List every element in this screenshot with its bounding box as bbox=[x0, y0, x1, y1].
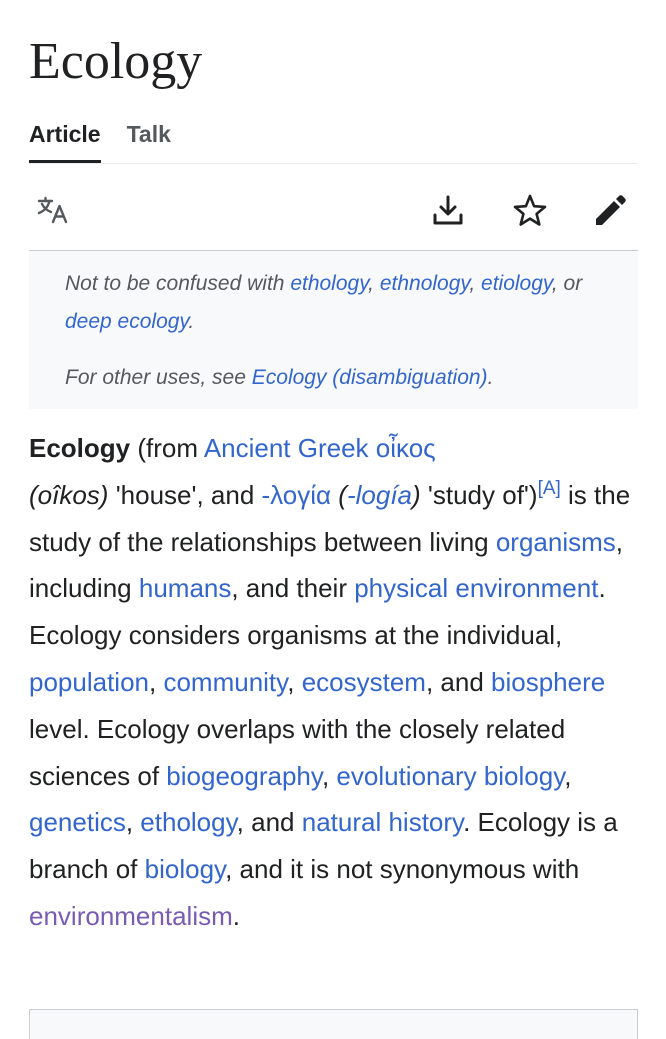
link-ecology-disambiguation[interactable]: Ecology (disambiguation) bbox=[252, 366, 488, 389]
link-humans[interactable]: humans bbox=[139, 573, 232, 603]
tab-talk[interactable]: Talk bbox=[127, 119, 171, 163]
link-genetics[interactable]: genetics bbox=[29, 807, 126, 837]
link-organisms[interactable]: organisms bbox=[496, 527, 616, 557]
lead-text: , and bbox=[236, 807, 302, 838]
edit-icon[interactable] bbox=[591, 192, 629, 230]
lead-text: , and it is not synonymous with bbox=[225, 854, 580, 885]
link-biology[interactable]: biology bbox=[145, 854, 225, 884]
lead-text: , and their bbox=[231, 573, 355, 604]
lead-paragraph: Ecology (from Ancient Greek οἶκος (oîkos… bbox=[29, 425, 638, 940]
link-logia[interactable]: -λογία bbox=[262, 480, 332, 510]
lead-text: , bbox=[564, 760, 572, 791]
infobox-top-edge bbox=[29, 1009, 638, 1039]
lead-text: 'house', and bbox=[108, 479, 262, 510]
link-etiology[interactable]: etiology bbox=[481, 272, 552, 295]
star-icon[interactable] bbox=[511, 192, 549, 230]
page-tabs: Article Talk bbox=[29, 119, 638, 164]
link-biosphere[interactable]: biosphere bbox=[491, 667, 605, 697]
lead-text: (from bbox=[130, 433, 204, 463]
lead-text bbox=[369, 433, 376, 463]
page-title: Ecology bbox=[29, 33, 203, 90]
lead-text: 'study of') bbox=[420, 479, 538, 510]
link-biogeography[interactable]: biogeography bbox=[166, 761, 322, 791]
lead-term: Ecology bbox=[29, 433, 131, 463]
link-ethnology[interactable]: ethnology bbox=[380, 272, 470, 295]
link-ecosystem[interactable]: ecosystem bbox=[302, 667, 426, 697]
link-ethology[interactable]: ethology bbox=[140, 807, 236, 837]
lead-text: , bbox=[149, 666, 164, 697]
link-oikos[interactable]: οἶκος bbox=[376, 433, 436, 463]
link-environmentalism[interactable]: environmentalism bbox=[29, 901, 233, 931]
hatnote-not-confused: Not to be confused with ethology, ethnol… bbox=[65, 265, 620, 341]
lead-transliteration: ( bbox=[338, 479, 347, 510]
link-physical-environment[interactable]: physical environment bbox=[354, 573, 598, 603]
lead-transliteration: ) bbox=[412, 479, 421, 510]
hatnote-text: . bbox=[188, 310, 195, 333]
hatnote-text: , bbox=[469, 272, 482, 295]
link-evolutionary-biology[interactable]: evolutionary biology bbox=[336, 761, 564, 791]
link-population[interactable]: population bbox=[29, 667, 149, 697]
hatnote-text: , or bbox=[551, 272, 583, 295]
link-deep-ecology[interactable]: deep ecology bbox=[65, 310, 188, 333]
download-icon[interactable] bbox=[429, 192, 467, 230]
hatnote-text: . bbox=[487, 366, 494, 389]
lead-text: , bbox=[125, 807, 141, 838]
footnote-ref-a[interactable]: [A] bbox=[538, 478, 561, 499]
link-logia-latin[interactable]: -logía bbox=[347, 480, 412, 510]
page-actions-toolbar bbox=[29, 164, 638, 251]
tab-article[interactable]: Article bbox=[29, 119, 101, 163]
link-ethology-hatnote[interactable]: ethology bbox=[290, 272, 368, 295]
hatnote-text: For other uses, see bbox=[65, 366, 252, 389]
hatnote-text: Not to be confused with bbox=[65, 272, 291, 295]
lead-text: . bbox=[232, 900, 240, 931]
hatnote-text: , bbox=[368, 272, 380, 295]
link-community[interactable]: community bbox=[163, 667, 287, 697]
link-natural-history[interactable]: natural history bbox=[302, 807, 463, 837]
lead-transliteration: (oîkos) bbox=[29, 479, 109, 510]
hatnote-box: Not to be confused with ethology, ethnol… bbox=[29, 251, 638, 409]
lead-text: , bbox=[321, 760, 337, 791]
lead-text: , bbox=[287, 666, 302, 697]
lead-text: , and bbox=[425, 666, 492, 697]
language-icon[interactable] bbox=[35, 192, 73, 230]
hatnote-other-uses: For other uses, see Ecology (disambiguat… bbox=[65, 359, 620, 397]
article-page: Ecology Article Talk Not to be confused … bbox=[29, 0, 638, 940]
link-ancient-greek[interactable]: Ancient Greek bbox=[204, 433, 369, 463]
